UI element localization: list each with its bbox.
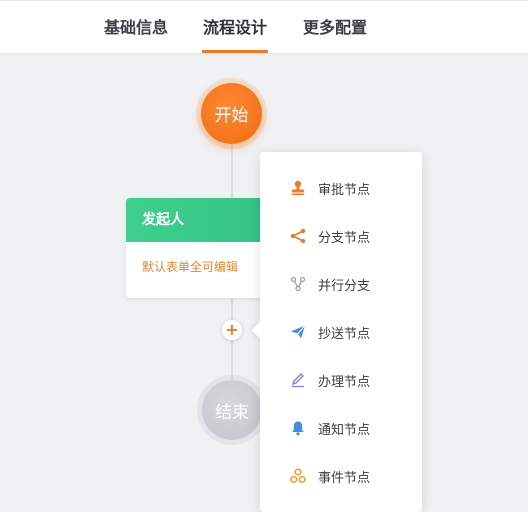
send-icon bbox=[290, 324, 306, 340]
add-node-menu: 审批节点 分支节点 并行分支 抄送节点 办理节点 通知节点 事件节点 bbox=[251, 152, 422, 512]
bell-icon bbox=[290, 420, 306, 436]
initiator-node-card[interactable]: 发起人 默认表单全可编辑 bbox=[126, 198, 276, 298]
menu-item-label: 通知节点 bbox=[318, 422, 371, 438]
end-label: 结束 bbox=[215, 402, 249, 423]
menu-item-branch[interactable]: 分支节点 bbox=[260, 212, 422, 260]
menu-item-label: 办理节点 bbox=[318, 374, 371, 390]
menu-item-approval[interactable]: 审批节点 bbox=[260, 164, 422, 212]
tab-basic-info[interactable]: 基础信息 bbox=[104, 17, 168, 39]
menu-item-parallel[interactable]: 并行分支 bbox=[260, 260, 422, 308]
parallel-icon bbox=[290, 276, 306, 292]
tab-flow-design[interactable]: 流程设计 bbox=[203, 17, 267, 39]
pen-icon bbox=[290, 372, 306, 388]
active-tab-indicator bbox=[202, 50, 268, 53]
event-icon bbox=[290, 468, 306, 484]
initiator-node-title: 发起人 bbox=[126, 198, 276, 242]
menu-item-label: 并行分支 bbox=[318, 278, 371, 294]
branch-icon bbox=[290, 228, 306, 244]
add-node-button[interactable]: + bbox=[222, 320, 242, 340]
end-node: 结束 bbox=[202, 380, 262, 440]
menu-item-handle[interactable]: 办理节点 bbox=[260, 356, 422, 404]
menu-item-label: 审批节点 bbox=[318, 182, 371, 198]
initiator-node-description: 默认表单全可编辑 bbox=[142, 260, 239, 274]
start-node: 开始 bbox=[201, 83, 262, 144]
menu-item-notify[interactable]: 通知节点 bbox=[260, 404, 422, 452]
menu-item-cc[interactable]: 抄送节点 bbox=[260, 308, 422, 356]
top-tab-bar: 基础信息 流程设计 更多配置 bbox=[0, 0, 528, 53]
menu-item-label: 抄送节点 bbox=[318, 326, 371, 342]
tab-more-config[interactable]: 更多配置 bbox=[303, 17, 367, 39]
menu-item-event[interactable]: 事件节点 bbox=[260, 452, 422, 500]
connector-line-top bbox=[231, 144, 233, 198]
menu-item-label: 分支节点 bbox=[318, 230, 371, 246]
stamp-icon bbox=[290, 180, 306, 196]
start-label: 开始 bbox=[214, 106, 249, 126]
menu-item-label: 事件节点 bbox=[318, 470, 371, 486]
